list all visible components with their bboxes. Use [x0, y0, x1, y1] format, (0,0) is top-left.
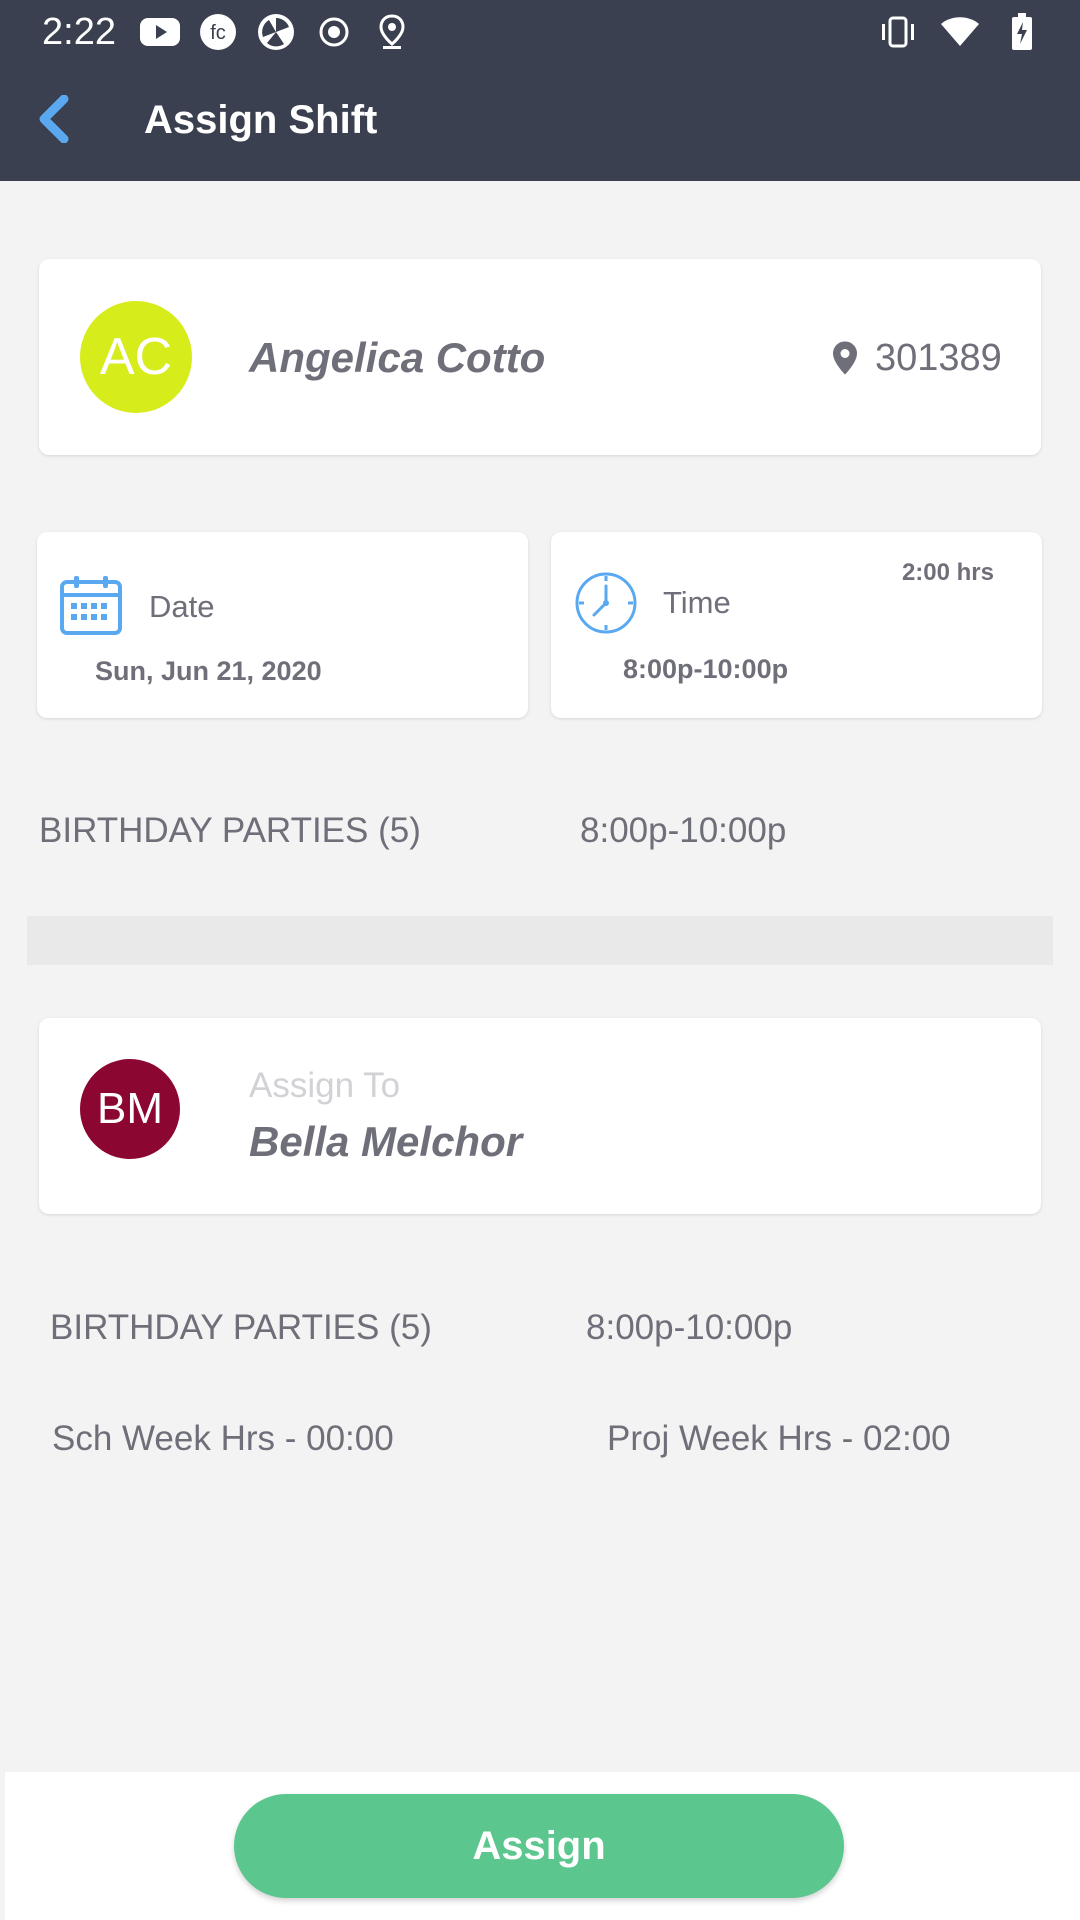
calendar-icon [60, 576, 122, 635]
date-value: Sun, Jun 21, 2020 [95, 656, 322, 686]
projected-week-hours: Proj Week Hrs - 02:00 [607, 1419, 951, 1458]
vibrate-icon [878, 12, 918, 52]
status-time: 2:22 [42, 11, 116, 53]
employee-card[interactable]: AC Angelica Cotto 301389 [39, 259, 1041, 455]
scheduled-week-hours: Sch Week Hrs - 00:00 [52, 1419, 394, 1458]
assignee-avatar: BM [80, 1059, 180, 1159]
time-value: 8:00p-10:00p [623, 654, 789, 684]
aperture-app-icon [256, 12, 296, 52]
section-divider [27, 916, 1053, 965]
wifi-icon [940, 12, 980, 52]
assignee-shift-time: 8:00p-10:00p [586, 1308, 793, 1347]
location-marker-icon [833, 341, 857, 375]
app-header: 2:22 fc Assign Shift [0, 0, 1080, 181]
assignee-name: Bella Melchor [249, 1118, 523, 1165]
shift-position: BIRTHDAY PARTIES (5) [39, 811, 421, 850]
location-pin-icon [372, 12, 412, 52]
assign-to-label: Assign To [249, 1066, 401, 1105]
assignee-position: BIRTHDAY PARTIES (5) [50, 1308, 432, 1347]
clock-icon [575, 572, 637, 634]
page-title: Assign Shift [144, 98, 378, 142]
assign-button[interactable]: Assign [234, 1794, 844, 1898]
fc-app-icon: fc [198, 12, 238, 52]
chevron-left-icon [39, 95, 69, 143]
shift-summary-time: 8:00p-10:00p [580, 811, 787, 850]
employee-name: Angelica Cotto [249, 334, 546, 381]
date-label: Date [149, 589, 215, 624]
battery-charging-icon [1002, 12, 1042, 52]
employee-avatar: AC [80, 301, 192, 413]
record-icon [314, 12, 354, 52]
shift-duration: 2:00 hrs [901, 559, 994, 586]
assign-to-card[interactable]: BM Assign To Bella Melchor [39, 1018, 1041, 1214]
status-icons-left: fc [140, 10, 412, 54]
location-code: 301389 [875, 337, 1002, 379]
status-icons-right [878, 10, 1042, 54]
youtube-icon [140, 12, 180, 52]
time-label: Time [663, 585, 731, 620]
back-button[interactable] [28, 90, 80, 148]
date-card[interactable]: Date Sun, Jun 21, 2020 [37, 532, 528, 718]
svg-text:fc: fc [210, 22, 226, 44]
time-card[interactable]: 2:00 hrs Time 8:00p-10:00p [551, 532, 1042, 718]
